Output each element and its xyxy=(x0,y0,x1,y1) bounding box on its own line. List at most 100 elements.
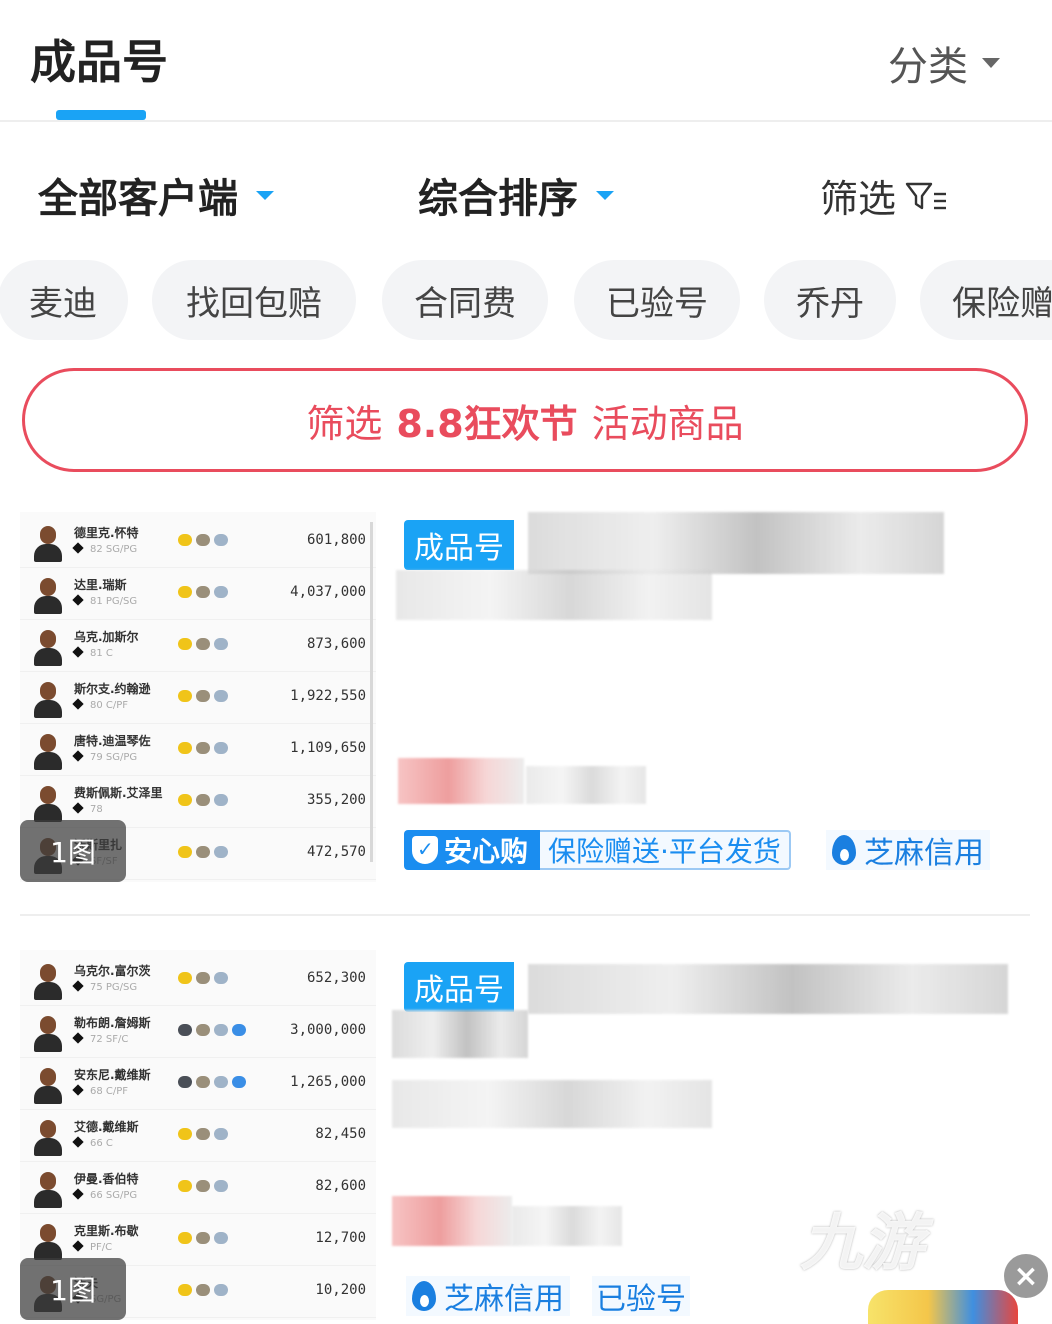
player-badges xyxy=(178,586,228,598)
badge-chip-icon xyxy=(214,846,228,858)
active-tab-indicator xyxy=(56,110,146,120)
badge-chip-icon xyxy=(178,1076,192,1088)
player-row: 艾德.戴维斯 66 C 82,450 xyxy=(20,1110,376,1162)
diamond-icon xyxy=(72,980,84,992)
client-filter-dropdown[interactable]: 全部客户端 xyxy=(38,166,274,224)
player-badges xyxy=(178,1128,228,1140)
tag-chip[interactable]: 麦迪 xyxy=(0,260,128,340)
player-row: 勒布朗.詹姆斯 72 SF/C 3,000,000 xyxy=(20,1006,376,1058)
badge-chip-icon xyxy=(214,586,228,598)
badge-chip-icon xyxy=(178,972,192,984)
player-badges xyxy=(178,1076,246,1088)
promo-prefix: 筛选 xyxy=(306,401,383,446)
player-badges xyxy=(178,1284,228,1296)
promo-banner[interactable]: 筛选 8.8狂欢节 活动商品 xyxy=(22,368,1028,472)
badge-chip-icon xyxy=(196,1232,210,1244)
diamond-icon xyxy=(72,542,84,554)
player-price: 82,450 xyxy=(315,1126,366,1142)
blurred-title xyxy=(528,964,1008,1014)
blurred-subtitle xyxy=(392,1080,712,1128)
chevron-down-icon xyxy=(256,190,274,200)
diamond-icon xyxy=(72,802,84,814)
sesame-credit-icon xyxy=(412,1281,436,1311)
badge-chip-icon xyxy=(214,742,228,754)
badge-chip-icon xyxy=(232,1076,246,1088)
close-icon[interactable]: × xyxy=(1004,1254,1048,1298)
tab-finished-accounts[interactable]: 成品号 xyxy=(30,26,168,92)
listing-thumbnail[interactable]: 沃斯里扎SF/SF472,570费斯佩斯.艾泽里78355,200唐特.迪温琴佐… xyxy=(20,512,376,882)
badge-chip-icon xyxy=(178,690,192,702)
badge-chip-icon xyxy=(214,794,228,806)
player-meta-text: 82 SG/PG xyxy=(90,544,138,555)
player-meta: 79 SG/PG xyxy=(72,750,137,763)
badge-chip-icon xyxy=(196,1128,210,1140)
player-meta-text: PF/C xyxy=(90,1242,113,1253)
player-avatar xyxy=(32,786,64,822)
player-meta: 78 xyxy=(72,802,103,815)
tag-chip[interactable]: 找回包赔 xyxy=(152,260,356,340)
diamond-icon xyxy=(72,646,84,658)
tag-chip[interactable]: 乔丹 xyxy=(764,260,896,340)
badge-chip-icon xyxy=(196,1180,210,1192)
player-price: 1,922,550 xyxy=(290,688,366,704)
sort-dropdown[interactable]: 综合排序 xyxy=(418,166,614,224)
badge-chip-icon xyxy=(214,1232,228,1244)
listing-card[interactable]: 沃斯里扎SF/SF472,570费斯佩斯.艾泽里78355,200唐特.迪温琴佐… xyxy=(20,512,1030,882)
floating-mascot[interactable] xyxy=(868,1290,1018,1324)
player-price: 652,300 xyxy=(306,970,366,986)
player-price: 1,265,000 xyxy=(290,1074,366,1090)
player-meta: 66 SG/PG xyxy=(72,1188,138,1201)
player-meta-text: 66 C xyxy=(90,1138,113,1149)
badge-chip-icon xyxy=(196,638,210,650)
player-name: 费斯佩斯.艾泽里 xyxy=(74,786,163,800)
blurred-price xyxy=(398,758,524,804)
image-count-badge: 1图 xyxy=(20,1258,126,1320)
badge-chip-icon xyxy=(196,690,210,702)
badge-chip-icon xyxy=(196,1024,210,1036)
category-dropdown[interactable]: 分类 xyxy=(888,34,1000,92)
badge-chip-icon xyxy=(214,1076,228,1088)
player-meta: 72 SF/C xyxy=(72,1032,128,1045)
guarantee-head: 安心购 xyxy=(404,830,541,870)
credit-badge: 芝麻信用 xyxy=(406,1276,570,1317)
guarantee-body: 保险赠送·平台发货 xyxy=(540,830,791,870)
promo-suffix: 活动商品 xyxy=(591,401,744,446)
guarantee-head-label: 安心购 xyxy=(444,835,529,868)
player-price: 472,570 xyxy=(306,844,366,860)
player-meta: PF/C xyxy=(72,1240,113,1253)
watermark-logo: 九游 xyxy=(800,1192,924,1282)
listing-thumbnail[interactable]: 沃夫SG/PG10,200克里斯.布歇PF/C12,700伊曼.香伯特66 SG… xyxy=(20,950,376,1320)
filter-label: 筛选 xyxy=(819,177,896,221)
player-meta-text: 66 SG/PG xyxy=(90,1190,138,1201)
credit-label: 芝麻信用 xyxy=(864,836,984,871)
badge-chip-icon xyxy=(214,534,228,546)
filter-button[interactable]: 筛选 xyxy=(820,168,948,223)
player-name: 达里.瑞斯 xyxy=(74,578,127,592)
player-avatar xyxy=(32,734,64,770)
player-row: 德里克.怀特 82 SG/PG 601,800 xyxy=(20,516,376,568)
image-count-badge: 1图 xyxy=(20,820,126,882)
chevron-down-icon xyxy=(982,58,1000,68)
player-price: 10,200 xyxy=(315,1282,366,1298)
client-filter-label: 全部客户端 xyxy=(38,176,238,222)
badge-chip-icon xyxy=(196,846,210,858)
badge-chip-icon xyxy=(178,846,192,858)
badge-chip-icon xyxy=(214,1180,228,1192)
tag-chip[interactable]: 保险赠 xyxy=(920,260,1052,340)
player-price: 601,800 xyxy=(306,532,366,548)
credit-badge: 芝麻信用 xyxy=(826,830,990,871)
player-meta-text: 81 C xyxy=(90,648,113,659)
tag-chip[interactable]: 合同费 xyxy=(382,260,548,340)
player-name: 艾德.戴维斯 xyxy=(74,1120,139,1134)
diamond-icon xyxy=(72,1188,84,1200)
sesame-credit-icon xyxy=(832,835,856,865)
player-name: 安东尼.戴维斯 xyxy=(74,1068,151,1082)
blurred-title xyxy=(528,512,944,574)
player-badges xyxy=(178,690,228,702)
player-meta: 82 SG/PG xyxy=(72,542,138,555)
badge-chip-icon xyxy=(214,690,228,702)
tag-chip[interactable]: 已验号 xyxy=(574,260,740,340)
player-price: 355,200 xyxy=(306,792,366,808)
badge-chip-icon xyxy=(178,1180,192,1192)
player-row: 乌克尔.富尔茨 75 PG/SG 652,300 xyxy=(20,954,376,1006)
